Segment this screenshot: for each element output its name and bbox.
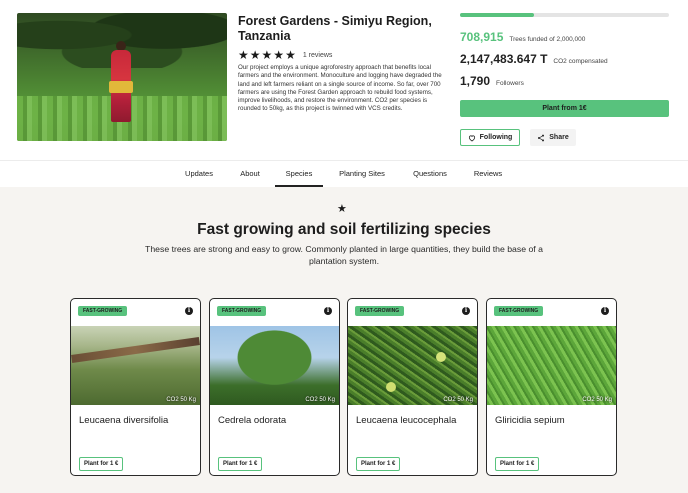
- project-photo: [17, 13, 227, 141]
- following-label: Following: [479, 134, 513, 141]
- reviews-link[interactable]: 1 reviews: [303, 52, 333, 59]
- tab-questions[interactable]: Questions: [405, 161, 455, 187]
- co2-value: 2,147,483.647 T: [460, 52, 548, 66]
- followers-value: 1,790: [460, 74, 491, 88]
- trees-funded-label: Trees funded of 2,000,000: [509, 36, 586, 43]
- funding-progress-bar: [460, 13, 669, 17]
- tab-bar: Updates About Species Planting Sites Que…: [0, 160, 688, 187]
- co2-amount: CO2 50 Kg: [582, 397, 612, 403]
- species-card[interactable]: FAST-GROWING i CO2 50 Kg Leucaena leucoc…: [347, 298, 478, 476]
- following-button[interactable]: Following: [460, 129, 520, 146]
- species-card[interactable]: FAST-GROWING i CO2 50 Kg Cedrela odorata…: [209, 298, 340, 476]
- species-name: Gliricidia sepium: [495, 415, 565, 426]
- co2-label: CO2 compensated: [553, 58, 608, 65]
- project-description: Our project employs a unique agroforestr…: [238, 64, 442, 113]
- tab-species[interactable]: Species: [275, 161, 323, 187]
- fast-growing-badge: FAST-GROWING: [355, 306, 405, 316]
- star-icon: ★: [261, 48, 273, 62]
- fast-growing-badge: FAST-GROWING: [494, 306, 544, 316]
- info-icon[interactable]: i: [601, 307, 609, 315]
- plant-species-button[interactable]: Plant for 1 €: [495, 457, 540, 471]
- plant-button[interactable]: Plant from 1€: [460, 100, 669, 117]
- species-card[interactable]: FAST-GROWING i CO2 50 Kg Leucaena divers…: [70, 298, 201, 476]
- info-icon[interactable]: i: [324, 307, 332, 315]
- plant-species-button[interactable]: Plant for 1 €: [79, 457, 124, 471]
- tab-about[interactable]: About: [233, 161, 267, 187]
- followers-label: Followers: [496, 80, 524, 87]
- co2-stat: 2,147,483.647 T CO2 compensated: [460, 52, 608, 66]
- species-name: Leucaena diversifolia: [79, 415, 169, 426]
- followers-stat: 1,790 Followers: [460, 74, 524, 88]
- tab-reviews[interactable]: Reviews: [467, 161, 509, 187]
- trees-funded-stat: 708,915 Trees funded of 2,000,000: [460, 30, 585, 44]
- species-section: ★ Fast growing and soil fertilizing spec…: [0, 187, 688, 493]
- section-title: Fast growing and soil fertilizing specie…: [197, 221, 491, 238]
- funding-progress-fill: [460, 13, 534, 17]
- species-photo: CO2 50 Kg: [348, 326, 477, 405]
- co2-amount: CO2 50 Kg: [166, 397, 196, 403]
- heart-icon: [468, 135, 475, 141]
- project-title: Forest Gardens - Simiyu Region, Tanzania: [238, 14, 432, 43]
- rating[interactable]: ★ ★ ★ ★ ★ 1 reviews: [238, 49, 332, 61]
- tab-planting-sites[interactable]: Planting Sites: [332, 161, 392, 187]
- info-icon[interactable]: i: [185, 307, 193, 315]
- species-photo: CO2 50 Kg: [487, 326, 616, 405]
- star-icon: ★: [273, 48, 285, 62]
- star-icon: ★: [249, 48, 261, 62]
- share-icon: [538, 134, 545, 141]
- fast-growing-badge: FAST-GROWING: [217, 306, 267, 316]
- section-subtitle: These trees are strong and easy to grow.…: [145, 244, 543, 266]
- tab-updates[interactable]: Updates: [178, 161, 220, 187]
- trees-funded-value: 708,915: [460, 30, 504, 44]
- species-card[interactable]: FAST-GROWING i CO2 50 Kg Gliricidia sepi…: [486, 298, 617, 476]
- species-name: Cedrela odorata: [218, 415, 287, 426]
- fast-growing-badge: FAST-GROWING: [78, 306, 128, 316]
- share-button[interactable]: Share: [530, 129, 576, 146]
- species-photo: CO2 50 Kg: [71, 326, 200, 405]
- species-photo: CO2 50 Kg: [210, 326, 339, 405]
- species-name: Leucaena leucocephala: [356, 415, 457, 426]
- co2-amount: CO2 50 Kg: [305, 397, 335, 403]
- photo-person: [109, 41, 133, 123]
- star-icon: ★: [238, 48, 249, 62]
- plant-species-button[interactable]: Plant for 1 €: [218, 457, 263, 471]
- star-icon: ★: [337, 203, 347, 215]
- star-icon: ★: [285, 48, 296, 62]
- info-icon[interactable]: i: [462, 307, 470, 315]
- co2-amount: CO2 50 Kg: [443, 397, 473, 403]
- rating-stars: ★ ★ ★ ★ ★: [238, 49, 296, 61]
- share-label: Share: [549, 134, 569, 141]
- plant-species-button[interactable]: Plant for 1 €: [356, 457, 401, 471]
